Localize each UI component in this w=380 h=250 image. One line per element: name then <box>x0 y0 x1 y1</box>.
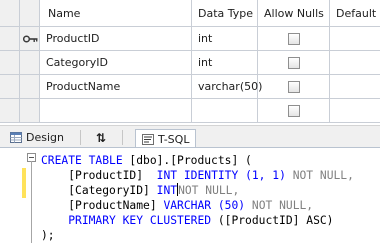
allow-nulls-cell <box>258 75 330 99</box>
code-line-4: [ProductName] VARCHAR (50) NOT NULL, <box>68 199 314 212</box>
view-tab-strip: Design ⇅ T-SQL <box>0 125 380 149</box>
default-cell[interactable] <box>330 99 380 123</box>
tab-design-label: Design <box>26 131 64 144</box>
key-cell <box>20 99 40 123</box>
tsql-editor[interactable]: CREATE TABLE [dbo].[Products] ( [Product… <box>0 147 380 250</box>
column-header-allow-nulls[interactable]: Allow Nulls <box>258 0 330 27</box>
column-header-default[interactable]: Default <box>330 0 380 27</box>
tab-tsql[interactable]: T-SQL <box>135 129 197 149</box>
allow-nulls-checkbox[interactable] <box>288 57 300 69</box>
allow-nulls-checkbox[interactable] <box>288 33 300 45</box>
allow-nulls-cell <box>258 27 330 51</box>
column-name-cell[interactable]: CategoryID <box>40 51 192 75</box>
key-cell <box>20 51 40 75</box>
column-header-data-type[interactable]: Data Type <box>192 0 258 27</box>
table-row[interactable]: ProductID int <box>0 27 380 51</box>
row-selector-header <box>0 0 20 27</box>
allow-nulls-checkbox[interactable] <box>288 81 300 93</box>
table-row[interactable]: CategoryID int <box>0 51 380 75</box>
tsql-icon <box>142 134 154 145</box>
key-icon <box>23 35 38 43</box>
key-column-header <box>20 0 40 27</box>
change-marker <box>22 183 26 198</box>
tab-divider <box>80 130 81 145</box>
row-selector[interactable] <box>0 51 20 75</box>
code-line-1: CREATE TABLE [dbo].[Products] ( <box>41 154 252 167</box>
design-icon <box>10 132 22 143</box>
column-name-cell[interactable]: ProductID <box>40 27 192 51</box>
row-selector[interactable] <box>0 75 20 99</box>
column-name-cell[interactable]: ProductName <box>40 75 192 99</box>
grid-header-row: Name Data Type Allow Nulls Default <box>0 0 380 27</box>
row-selector[interactable] <box>0 99 20 123</box>
outline-guide <box>31 161 32 243</box>
data-type-cell[interactable]: int <box>192 51 258 75</box>
column-header-name[interactable]: Name <box>40 0 192 27</box>
table-designer-grid: Name Data Type Allow Nulls Default Produ… <box>0 0 380 125</box>
swap-icon: ⇅ <box>96 130 107 145</box>
allow-nulls-checkbox[interactable] <box>288 105 300 117</box>
column-name-cell[interactable] <box>40 99 192 123</box>
data-type-cell[interactable]: int <box>192 27 258 51</box>
default-cell[interactable] <box>330 27 380 51</box>
data-type-cell[interactable]: varchar(50) <box>192 75 262 99</box>
row-selector[interactable] <box>0 27 20 51</box>
data-type-cell[interactable] <box>192 99 258 123</box>
default-cell[interactable] <box>330 51 380 75</box>
allow-nulls-cell <box>258 51 330 75</box>
code-line-6: ); <box>41 229 55 242</box>
key-cell <box>20 75 40 99</box>
default-cell[interactable] <box>330 75 380 99</box>
code-line-5: PRIMARY KEY CLUSTERED ([ProductID] ASC) <box>68 214 334 227</box>
tab-design[interactable]: Design <box>4 128 70 147</box>
swap-panes-button[interactable]: ⇅ <box>90 128 112 147</box>
table-row[interactable]: ProductName varchar(50) <box>0 75 380 99</box>
code-line-3: [CategoryID] INTNOT NULL, <box>68 183 240 197</box>
allow-nulls-cell <box>258 99 330 123</box>
table-row-new[interactable] <box>0 99 380 123</box>
code-line-2: [ProductID] INT IDENTITY (1, 1) NOT NULL… <box>68 169 354 182</box>
tab-divider <box>122 130 123 145</box>
change-marker <box>22 168 26 183</box>
tab-tsql-label: T-SQL <box>158 133 190 146</box>
